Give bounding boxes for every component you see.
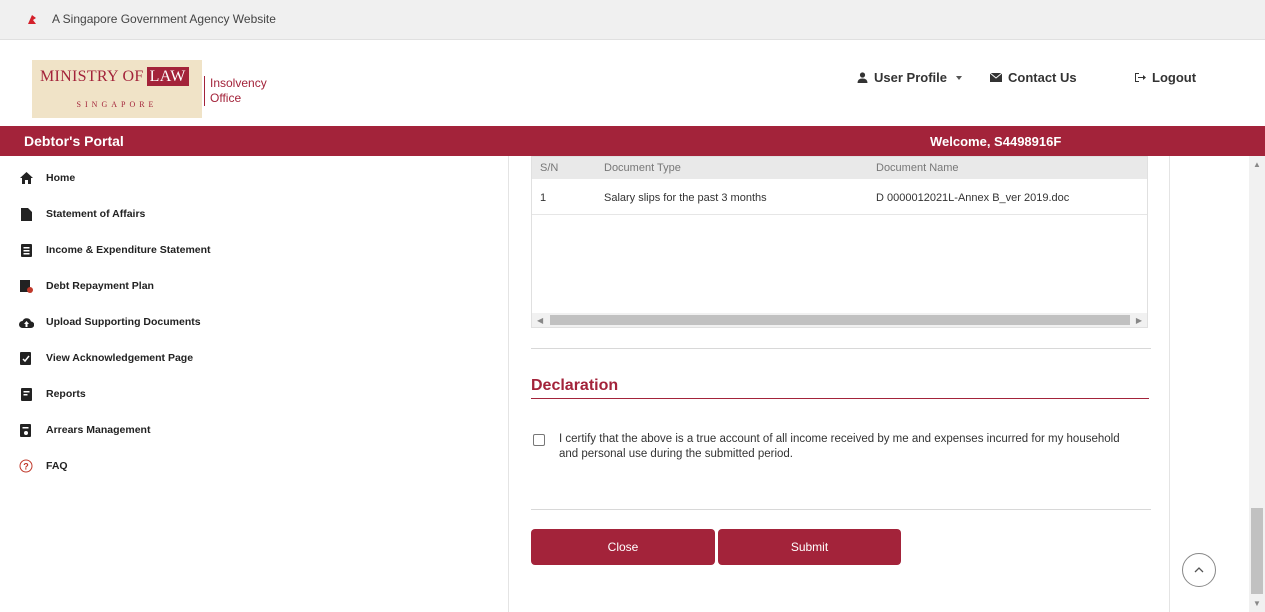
user-profile-menu[interactable]: User Profile: [857, 70, 965, 85]
sidebar-item-label: Debt Repayment Plan: [46, 280, 154, 292]
question-icon: ?: [18, 458, 34, 474]
scrollbar-thumb[interactable]: [550, 315, 1130, 325]
sidebar-item-label: Arrears Management: [46, 424, 151, 436]
header: MINISTRY OF LAW SINGAPORE Insolvency Offi…: [0, 40, 1265, 126]
home-icon: [18, 170, 34, 186]
user-profile-label: User Profile: [874, 70, 947, 85]
scroll-up-icon[interactable]: ▲: [1253, 160, 1261, 169]
sidebar: Home Statement of Affairs Income & Expen…: [0, 156, 228, 612]
sidebar-item-label: Reports: [46, 388, 86, 400]
gov-banner-text: A Singapore Government Agency Website: [52, 12, 276, 26]
column-header-type: Document Type: [604, 162, 681, 174]
back-to-top-button[interactable]: [1182, 553, 1216, 587]
table-horizontal-scrollbar[interactable]: ◀ ▶: [532, 313, 1147, 327]
sidebar-item-arrears-management[interactable]: Arrears Management: [18, 416, 224, 444]
logo-law-text: LAW: [146, 67, 189, 86]
sidebar-item-faq[interactable]: ? FAQ: [18, 452, 224, 480]
insolvency-office-label: Insolvency Office: [204, 76, 267, 106]
statement-icon: [18, 242, 34, 258]
cell-document-name[interactable]: D 0000012021L-Annex B_ver 2019.doc: [876, 192, 1069, 204]
caret-down-icon: [955, 75, 962, 80]
main-content: S/N Document Type Document Name 1 Salary…: [508, 156, 1170, 612]
sidebar-item-income-expenditure[interactable]: Income & Expenditure Statement: [18, 236, 224, 264]
gov-banner: A Singapore Government Agency Website: [0, 0, 1265, 40]
ministry-of-law-logo[interactable]: MINISTRY OF LAW SINGAPORE: [32, 60, 202, 118]
divider: [531, 348, 1151, 349]
svg-text:?: ?: [23, 462, 29, 472]
report-icon: [18, 386, 34, 402]
scroll-right-icon[interactable]: ▶: [1136, 316, 1142, 325]
acknowledgement-icon: [18, 350, 34, 366]
envelope-icon: [990, 73, 1002, 82]
logout-icon: [1135, 73, 1146, 82]
sidebar-item-label: Upload Supporting Documents: [46, 316, 201, 328]
contact-us-label: Contact Us: [1008, 70, 1077, 85]
table-row: 1 Salary slips for the past 3 months D 0…: [532, 179, 1147, 215]
column-header-sn: S/N: [540, 162, 559, 174]
sidebar-item-label: Statement of Affairs: [46, 208, 146, 220]
cloud-upload-icon: [18, 314, 34, 330]
welcome-message: Welcome, S4498916F: [930, 134, 1062, 149]
singapore-lion-icon: [28, 15, 36, 24]
portal-title: Debtor's Portal: [24, 133, 124, 149]
page-vertical-scrollbar[interactable]: ▲ ▼: [1249, 156, 1265, 612]
logout-link[interactable]: Logout: [1134, 70, 1196, 85]
user-icon: [857, 72, 868, 83]
sidebar-item-statement-of-affairs[interactable]: Statement of Affairs: [18, 200, 224, 228]
sidebar-item-label: FAQ: [46, 460, 68, 472]
submit-button[interactable]: Submit: [718, 529, 901, 565]
portal-bar: Debtor's Portal Welcome, S4498916F: [0, 126, 1265, 156]
table-header: S/N Document Type Document Name: [532, 157, 1147, 179]
sidebar-item-label: Income & Expenditure Statement: [46, 244, 211, 256]
cell-document-type: Salary slips for the past 3 months: [604, 192, 767, 204]
sidebar-item-reports[interactable]: Reports: [18, 380, 224, 408]
cell-sn: 1: [540, 192, 547, 204]
sidebar-item-upload-documents[interactable]: Upload Supporting Documents: [18, 308, 224, 336]
declaration-checkbox[interactable]: [533, 434, 545, 446]
logout-label: Logout: [1152, 70, 1197, 85]
sidebar-item-label: Home: [46, 172, 76, 184]
sidebar-item-acknowledgement[interactable]: View Acknowledgement Page: [18, 344, 224, 372]
scroll-left-icon[interactable]: ◀: [537, 316, 543, 325]
logo-main-text: MINISTRY OF: [40, 68, 144, 85]
scroll-down-icon[interactable]: ▼: [1253, 599, 1261, 608]
plan-icon: [18, 278, 34, 294]
scrollbar-thumb[interactable]: [1251, 508, 1263, 594]
declaration-underline: [531, 398, 1149, 399]
contact-us-link[interactable]: Contact Us: [990, 70, 1077, 85]
arrears-icon: [18, 422, 34, 438]
documents-table: S/N Document Type Document Name 1 Salary…: [531, 156, 1148, 328]
declaration-text: I certify that the above is a true accou…: [559, 433, 1120, 460]
sidebar-item-debt-repayment-plan[interactable]: Debt Repayment Plan: [18, 272, 224, 300]
document-icon: [18, 206, 34, 222]
sidebar-item-home[interactable]: Home: [18, 164, 224, 192]
column-header-name: Document Name: [876, 162, 959, 174]
divider: [531, 509, 1151, 510]
declaration-title: Declaration: [531, 377, 619, 394]
sidebar-item-label: View Acknowledgement Page: [46, 352, 194, 364]
close-button[interactable]: Close: [531, 529, 715, 565]
logo-country-text: SINGAPORE: [76, 100, 158, 109]
chevron-up-icon: [1194, 567, 1204, 573]
